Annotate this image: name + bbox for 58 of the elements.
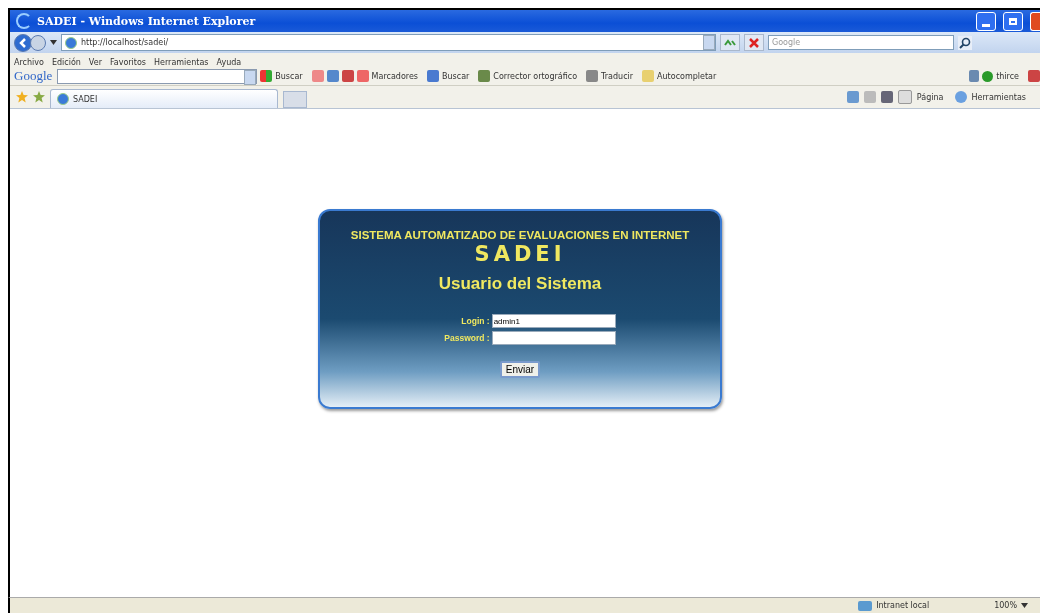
menu-item[interactable]: Herramientas: [154, 58, 209, 67]
toolbar-icon[interactable]: [356, 70, 369, 82]
toolbar-icon[interactable]: [1028, 70, 1040, 82]
new-tab-button[interactable]: [283, 91, 307, 108]
input-field[interactable]: admin1: [491, 314, 616, 328]
panel-heading: SISTEMA AUTOMATIZADO DE EVALUACIONES EN INTERNET: [350, 229, 690, 241]
stop-icon[interactable]: [744, 34, 764, 51]
close-button[interactable]: [1030, 11, 1040, 31]
toolbar-icon[interactable]: [311, 70, 324, 82]
caret-icon[interactable]: [50, 40, 57, 45]
toolbar-search-field[interactable]: [57, 68, 258, 84]
menu-item[interactable]: Ayuda: [216, 58, 242, 67]
field-label: Login :: [460, 316, 490, 326]
browser-logo-icon: [16, 13, 32, 29]
back-button[interactable]: [14, 33, 32, 52]
toolbar-item[interactable]: Corrector ortográfico: [493, 71, 578, 81]
address-field[interactable]: http://localhost/sadei/: [61, 34, 716, 51]
security-zone: Intranet local: [876, 601, 931, 610]
dropdown-icon[interactable]: [703, 35, 715, 50]
toolbar-item[interactable]: Buscar: [442, 71, 470, 81]
toolbar-item[interactable]: Traducir: [601, 71, 634, 81]
panel-title: Usuario del Sistema: [438, 274, 602, 294]
menu-item[interactable]: Archivo: [14, 58, 44, 67]
google-logo: Google: [14, 68, 53, 84]
status-dot-icon: [982, 70, 994, 82]
toolbar-item[interactable]: Buscar: [275, 71, 303, 81]
page-icon: [65, 36, 77, 49]
caret-icon[interactable]: [1021, 603, 1028, 608]
maximize-button[interactable]: [1003, 11, 1023, 31]
toolbar-icon[interactable]: [427, 70, 439, 82]
star-icon[interactable]: [16, 91, 28, 103]
user-menu[interactable]: thirce: [996, 71, 1019, 81]
search-icon[interactable]: [958, 35, 972, 50]
window-title: SADEI - Windows Internet Explorer: [37, 14, 256, 28]
app-logo: SADEI: [474, 242, 566, 266]
toolbar-icon[interactable]: [478, 70, 491, 82]
field-label: Password :: [444, 333, 490, 343]
zoom-control[interactable]: 100%: [994, 601, 1017, 610]
toolbar-item[interactable]: Herramientas: [971, 92, 1026, 102]
dropdown-icon[interactable]: [244, 69, 257, 85]
toolbar-item[interactable]: Marcadores: [371, 71, 418, 81]
toolbar-icon[interactable]: [326, 70, 339, 82]
input-field[interactable]: [491, 331, 616, 345]
browser-tab[interactable]: SADEI: [50, 89, 278, 108]
menu-item[interactable]: Ver: [88, 58, 102, 67]
page-icon[interactable]: [897, 90, 912, 104]
toolbar-icon[interactable]: [260, 70, 273, 82]
toolbar-item[interactable]: Autocompletar: [657, 71, 717, 81]
network-icon: [858, 600, 873, 611]
toolbar-icon[interactable]: [586, 70, 599, 82]
star-icon[interactable]: [33, 91, 45, 103]
menu-item[interactable]: Favoritos: [109, 58, 147, 67]
submit-button[interactable]: Enviar: [499, 361, 541, 378]
toolbar-icon[interactable]: [341, 70, 354, 82]
toolbar-item[interactable]: Página: [916, 92, 944, 102]
search-field[interactable]: Google: [768, 35, 954, 50]
minimize-button[interactable]: [976, 11, 996, 31]
menu-item[interactable]: Edición: [51, 58, 81, 67]
